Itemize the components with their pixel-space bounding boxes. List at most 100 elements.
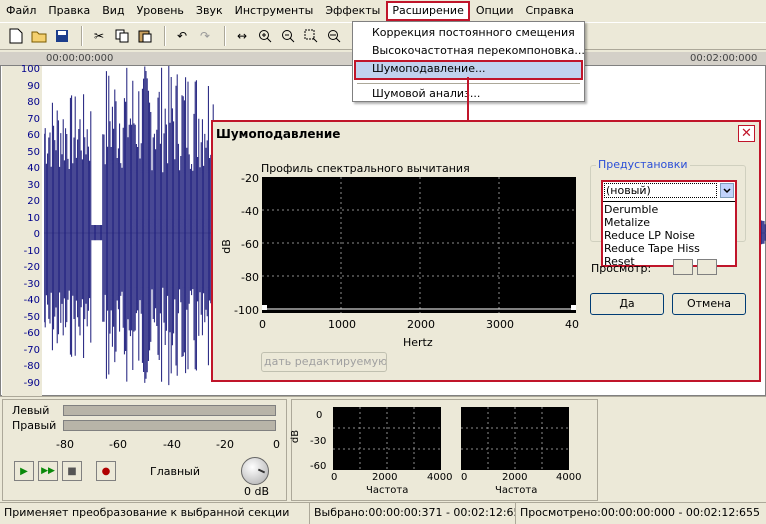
dialog-title: Шумоподавление: [213, 122, 759, 146]
level-tick: -80: [56, 438, 74, 451]
preset-metalize[interactable]: Metalize: [604, 216, 650, 229]
spectrum-right-x-tick: 0: [461, 472, 468, 483]
preset-reduce-lp-noise[interactable]: Reduce LP Noise: [604, 229, 695, 242]
paste-icon[interactable]: [135, 26, 155, 46]
waveform-y-tick: 40: [27, 163, 40, 174]
waveform-y-tick: 60: [27, 130, 40, 141]
spectrum-left-y-tick: 0: [316, 410, 323, 421]
graph-title: Профиль спектрального вычитания: [261, 162, 470, 175]
menu-help[interactable]: Справка: [519, 1, 579, 21]
spectrum-right-x-tick: 2000: [502, 472, 528, 483]
menubar: Файл Правка Вид Уровень Звук Инструменты…: [0, 0, 766, 22]
x-tick: 3000: [486, 318, 514, 331]
cancel-button[interactable]: Отмена: [672, 293, 746, 315]
waveform-y-tick: 80: [27, 97, 40, 108]
master-label: Главный: [150, 465, 200, 478]
ruler-start-time: 00:00:00:000: [46, 53, 114, 64]
new-file-icon[interactable]: [6, 26, 26, 46]
spectrum-left-x-tick: 0: [331, 472, 338, 483]
play-button[interactable]: ▶: [14, 461, 34, 481]
waveform-y-tick: 0: [33, 229, 40, 240]
close-icon[interactable]: ✕: [738, 125, 755, 142]
fit-width-icon[interactable]: ↔: [232, 26, 252, 46]
toolbar-separator: [224, 26, 226, 46]
y-tick: -80: [241, 271, 259, 284]
copy-icon[interactable]: [112, 26, 132, 46]
preview-stop-button[interactable]: [697, 259, 717, 275]
open-folder-icon[interactable]: [29, 26, 49, 46]
presets-selected-value[interactable]: (новый): [604, 183, 717, 198]
record-button[interactable]: ●: [96, 461, 116, 481]
chevron-down-icon[interactable]: [720, 183, 734, 198]
volume-value: 0 dB: [244, 485, 270, 498]
x-tick: 2000: [407, 318, 435, 331]
menu-options[interactable]: Опции: [470, 1, 520, 21]
ok-button[interactable]: Да: [590, 293, 664, 315]
waveform-y-tick: -20: [23, 262, 40, 273]
stop-button[interactable]: ■: [62, 461, 82, 481]
waveform-y-tick: 10: [27, 212, 40, 224]
undo-icon[interactable]: ↶: [172, 26, 192, 46]
menu-effects[interactable]: Эффекты: [319, 1, 386, 21]
menu-tools[interactable]: Инструменты: [229, 1, 320, 21]
cut-icon[interactable]: ✂: [89, 26, 109, 46]
menu-item-hf-recomposition[interactable]: Высокочастотная перекомпоновка...: [354, 42, 585, 62]
record-icon: ●: [101, 465, 111, 477]
graph-x-ticks: 0 1000 2000 3000 40: [257, 318, 587, 332]
zoom-out-icon[interactable]: [278, 26, 298, 46]
menu-view[interactable]: Вид: [96, 1, 130, 21]
bottom-panel: Левый Правый -80 -60 -40 -20 0 ▶ ▶▶ ■ ● …: [0, 396, 766, 502]
menu-sound[interactable]: Звук: [190, 1, 229, 21]
waveform-y-tick: -50: [23, 311, 40, 323]
stop-icon: ■: [67, 465, 77, 477]
waveform-y-tick: -30: [23, 278, 40, 290]
preset-reduce-tape-hiss[interactable]: Reduce Tape Hiss: [604, 242, 700, 255]
status-view-range: Просмотрено:00:00:00:000 - 00:02:12:655: [520, 506, 761, 519]
volume-knob[interactable]: [241, 457, 269, 485]
level-tick: -60: [109, 438, 127, 451]
spectrum-left-y-tick: -60: [310, 461, 327, 472]
left-channel-label: Левый: [12, 404, 50, 417]
create-editable-curve-button[interactable]: дать редактируемую кри: [261, 352, 387, 372]
preview-play-button[interactable]: [673, 259, 693, 275]
zoom-selection-icon[interactable]: [301, 26, 321, 46]
menu-extension[interactable]: Расширение: [386, 1, 470, 21]
play-loop-icon: ▶▶: [41, 466, 55, 476]
waveform-y-tick: 20: [27, 196, 40, 207]
save-icon[interactable]: [52, 26, 72, 46]
waveform-y-tick: -70: [23, 344, 40, 356]
waveform-y-tick: 70: [27, 113, 40, 125]
ruler-end-time: 00:02:00:000: [690, 53, 758, 64]
waveform-y-tick: -90: [23, 377, 40, 389]
spectrum-left-y-label: dB: [290, 429, 302, 444]
status-selection: Выбрано:00:00:00:371 - 00:02:12:655: [310, 503, 516, 524]
waveform-y-tick: -60: [23, 328, 40, 339]
redo-icon[interactable]: ↷: [195, 26, 215, 46]
zoom-all-icon[interactable]: [324, 26, 344, 46]
waveform-y-tick: -10: [23, 245, 40, 257]
x-tick: 1000: [328, 318, 356, 331]
menu-level[interactable]: Уровень: [131, 1, 190, 21]
play-icon: ▶: [20, 465, 28, 477]
waveform-y-axis: 100 90 80 70 60 50 40 30 20 10 0 -10 -20 -30 -40 -50 -60…: [2, 64, 42, 396]
presets-combo[interactable]: (новый) Derumble Metalize Reduce LP Nois…: [601, 180, 737, 268]
spectrum-left-x-tick: 2000: [372, 472, 398, 483]
left-level-meter: [63, 405, 276, 416]
x-tick: 40: [565, 318, 579, 331]
x-tick: 0: [259, 318, 266, 331]
preset-derumble[interactable]: Derumble: [604, 203, 658, 216]
menu-item-dc-offset[interactable]: Коррекция постоянного смещения: [354, 24, 583, 44]
menu-file[interactable]: Файл: [0, 1, 42, 21]
menu-edit[interactable]: Правка: [42, 1, 96, 21]
zoom-in-icon[interactable]: [255, 26, 275, 46]
graph-x-label: Hertz: [403, 336, 433, 349]
spectrum-left-y-tick: -30: [310, 436, 327, 447]
toolbar-separator: [164, 26, 166, 46]
level-tick: 0: [273, 438, 280, 451]
level-tick: -20: [216, 438, 234, 451]
waveform-y-tick: -40: [23, 295, 40, 306]
play-loop-button[interactable]: ▶▶: [38, 461, 58, 481]
spectrum-left-x-tick: 4000: [427, 472, 453, 483]
spectral-profile-graph[interactable]: [262, 177, 576, 313]
noise-reduction-dialog: Шумоподавление ✕ Профиль спектрального в…: [211, 120, 761, 382]
